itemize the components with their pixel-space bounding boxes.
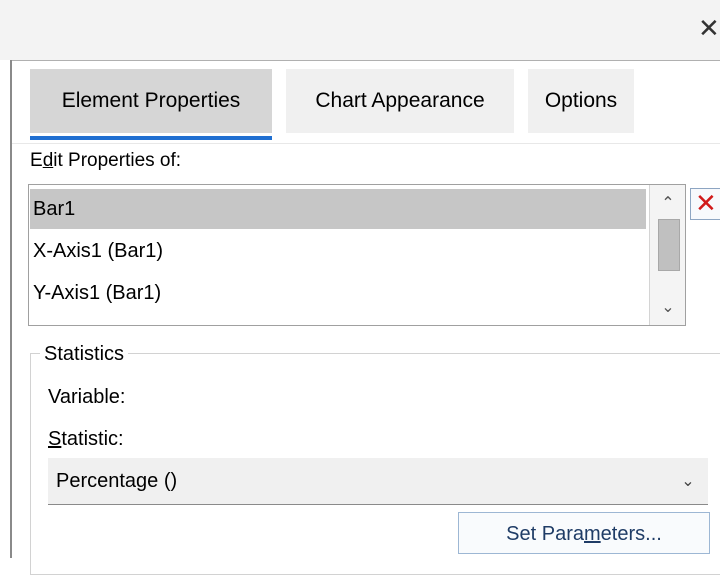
statistic-select-value: Percentage ()	[56, 470, 178, 492]
list-scrollbar[interactable]: ⌃ ⌄	[649, 185, 685, 325]
chevron-down-icon: ⌄	[681, 471, 695, 490]
statistic-select[interactable]: Percentage () ⌄	[48, 458, 708, 505]
delete-icon: ✕	[695, 189, 717, 219]
title-bar: ✕	[0, 0, 720, 60]
variable-label: Variable:	[48, 386, 126, 408]
scroll-thumb[interactable]	[658, 219, 680, 271]
close-icon[interactable]: ✕	[698, 12, 720, 46]
chevron-down-icon[interactable]: ⌄	[650, 295, 685, 319]
set-parameters-button[interactable]: Set Parameters...	[458, 512, 710, 554]
edit-properties-label: Edit Properties of:	[30, 148, 181, 174]
list-item-y-axis1[interactable]: Y-Axis1 (Bar1)	[30, 273, 646, 313]
tab-strip: Element Properties Chart Appearance Opti…	[12, 61, 720, 141]
edit-properties-list[interactable]: Bar1 X-Axis1 (Bar1) Y-Axis1 (Bar1) ⌃ ⌄	[28, 184, 686, 326]
chevron-up-icon[interactable]: ⌃	[650, 191, 685, 215]
statistic-label-rest: tatistic:	[61, 428, 124, 450]
set-params-prefix: Set Para	[506, 523, 584, 545]
edit-label-suffix: it Properties of:	[53, 150, 182, 171]
list-item-x-axis1[interactable]: X-Axis1 (Bar1)	[30, 231, 646, 271]
tab-chart-appearance[interactable]: Chart Appearance	[286, 69, 514, 133]
statistic-label: Statistic:	[48, 426, 124, 452]
statistic-label-mnemonic: S	[48, 428, 62, 450]
delete-element-button[interactable]: ✕	[690, 188, 720, 220]
list-item-bar1[interactable]: Bar1	[30, 189, 646, 229]
active-tab-indicator	[30, 136, 272, 140]
divider	[12, 143, 720, 144]
edit-label-prefix: E	[30, 150, 43, 171]
tab-element-properties[interactable]: Element Properties	[30, 69, 272, 133]
statistics-legend: Statistics	[40, 342, 129, 366]
edit-label-mnemonic: d	[42, 150, 54, 171]
set-params-mnemonic: m	[584, 523, 601, 545]
set-params-suffix: eters...	[600, 523, 662, 545]
tab-options[interactable]: Options	[528, 69, 634, 133]
